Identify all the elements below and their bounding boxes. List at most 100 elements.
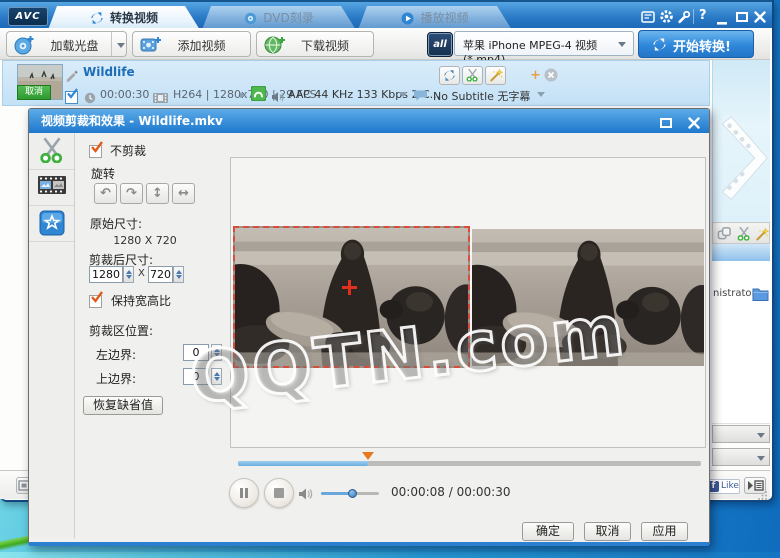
output-panel-header (712, 244, 770, 262)
speaker-icon (271, 88, 284, 107)
folder-icon[interactable] (752, 286, 769, 305)
row-remove-icon[interactable] (544, 67, 558, 86)
keep-aspect-checkbox[interactable] (89, 293, 102, 312)
video-checkbox[interactable] (65, 89, 78, 108)
top-border-stepper[interactable] (211, 368, 222, 385)
close-icon[interactable] (753, 9, 769, 25)
profile-caret (618, 42, 626, 47)
restore-defaults-button[interactable]: 恢复缺省值 (83, 396, 163, 415)
cancel-button[interactable]: 取消 (584, 522, 631, 541)
output-dropdown-1[interactable] (712, 425, 770, 443)
output-dropdown-2[interactable] (712, 448, 770, 466)
download-video-button[interactable]: 下载视频 (256, 31, 374, 57)
tab-label: DVD刻录 (263, 11, 313, 25)
pause-button[interactable] (229, 478, 259, 508)
output-row (712, 393, 770, 424)
subtitle-info[interactable]: No Subtitle 无字幕 (433, 88, 530, 104)
volume-thumb[interactable] (348, 489, 357, 498)
crop-source-frame[interactable] (233, 226, 470, 368)
crop-height-input[interactable]: 720 (148, 266, 173, 283)
tab-label: 播放视频 (420, 11, 468, 25)
flip-horizontal-button[interactable]: ↔ (172, 183, 195, 204)
crop-width-input[interactable]: 1280 (89, 266, 123, 283)
top-border-label: 上边界: (96, 370, 136, 387)
maximize-icon[interactable] (735, 9, 751, 25)
tab-play-video[interactable]: 播放视频 (358, 6, 512, 30)
volume-icon[interactable] (298, 486, 314, 505)
resize-grip[interactable] (758, 485, 768, 504)
rotate-label: 旋转 (91, 165, 115, 182)
audio-caret[interactable] (399, 92, 407, 97)
crop-width-stepper[interactable] (123, 266, 134, 283)
flip-vertical-button[interactable]: ↕ (146, 183, 169, 204)
rotate-right-button[interactable]: ↷ (120, 183, 143, 204)
keep-aspect-label: 保持宽高比 (111, 292, 171, 309)
crop-position-label: 剪裁区位置: (89, 322, 153, 339)
load-disc-button[interactable]: 加载光盘 (6, 31, 127, 57)
film-icon (153, 89, 168, 108)
sidebar-crop-icon[interactable] (36, 135, 68, 167)
crop-crosshair-v[interactable] (348, 280, 351, 295)
minimize-icon[interactable] (716, 11, 732, 27)
left-border-stepper[interactable] (211, 344, 222, 361)
row-effects-button[interactable] (485, 66, 506, 85)
panel-icon[interactable] (640, 9, 656, 25)
tab-dvd-burn[interactable]: DVD刻录 (202, 6, 356, 30)
left-border-label: 左边界: (96, 346, 136, 363)
output-crop-icon[interactable] (737, 225, 751, 245)
top-border-input[interactable]: 0 (183, 368, 209, 385)
sidebar-watermark-icon[interactable] (36, 209, 68, 241)
output-path-row[interactable]: nistrator... (712, 283, 770, 306)
video-list-item[interactable]: 取消 Wildlife 00:00:30 H264 | 1280x720 | 2… (2, 60, 710, 106)
preview-panel (230, 157, 706, 448)
start-convert-button[interactable]: 开始转换! (638, 30, 754, 58)
profile-select[interactable]: 苹果 iPhone MPEG-4 视频 (*.mp4) (454, 31, 634, 56)
expand-arrow-icon[interactable]: ▸ (240, 88, 246, 101)
output-effects-icon[interactable] (755, 226, 769, 245)
gear-icon[interactable] (659, 9, 675, 25)
tab-convert-video[interactable]: 转换视频 (48, 6, 200, 30)
start-convert-icon (652, 37, 667, 56)
dialog-body: 不剪裁 旋转 ↶ ↷ ↕ ↔ 原始尺寸: 1280 X 720 剪裁后尺寸: 1… (29, 133, 709, 538)
output-row (712, 261, 770, 284)
titlebar: AVC 转换视频 DVD刻录 播放视频 ? (0, 0, 772, 28)
output-toolbar (712, 222, 770, 244)
dimension-separator: X (138, 268, 145, 279)
sidebar-divider (29, 169, 74, 170)
rotate-left-button[interactable]: ↶ (94, 183, 117, 204)
row-convert-button[interactable] (439, 66, 460, 85)
row-add-icon[interactable]: + (530, 68, 541, 83)
help-icon[interactable]: ? (699, 8, 707, 23)
row-crop-button[interactable] (462, 66, 483, 85)
sidebar-effects-icon[interactable] (36, 173, 68, 205)
dialog-title: 视频剪裁和效果 - Wildlife.mkv (41, 109, 223, 133)
video-title[interactable]: Wildlife (83, 65, 135, 79)
output-row (712, 305, 770, 328)
like-button[interactable]: f Like (706, 479, 740, 494)
apply-button[interactable]: 应用 (641, 522, 688, 541)
edit-pencil-icon[interactable] (65, 67, 78, 86)
add-video-button[interactable]: 添加视频 (132, 31, 251, 57)
volume-slider[interactable] (321, 492, 379, 495)
no-crop-checkbox[interactable] (89, 143, 102, 162)
like-label: Like (721, 481, 739, 491)
start-convert-label: 开始转换! (673, 36, 731, 55)
subtitle-caret[interactable] (537, 92, 545, 97)
stop-button[interactable] (264, 478, 294, 508)
crop-height-stepper[interactable] (173, 266, 184, 283)
crop-result-frame (472, 229, 704, 366)
output-row (712, 349, 770, 372)
video-duration: 00:00:30 (100, 88, 149, 101)
seek-bar[interactable] (238, 461, 701, 466)
wrench-icon[interactable] (677, 9, 693, 25)
load-disc-caret[interactable] (117, 43, 125, 48)
dialog-titlebar[interactable]: 视频剪裁和效果 - Wildlife.mkv (29, 109, 709, 133)
copy-profile-icon[interactable] (717, 226, 732, 245)
sidebar-divider (29, 241, 74, 242)
download-video-label: 下载视频 (267, 37, 383, 54)
tab-label: 转换视频 (110, 11, 158, 25)
seek-marker[interactable] (362, 452, 374, 460)
ok-button[interactable]: 确定 (522, 522, 574, 541)
toolbar: 加载光盘 添加视频 下载视频 all 苹果 iPhone MPEG-4 视频 (… (0, 28, 770, 60)
left-border-input[interactable]: 0 (183, 344, 209, 361)
